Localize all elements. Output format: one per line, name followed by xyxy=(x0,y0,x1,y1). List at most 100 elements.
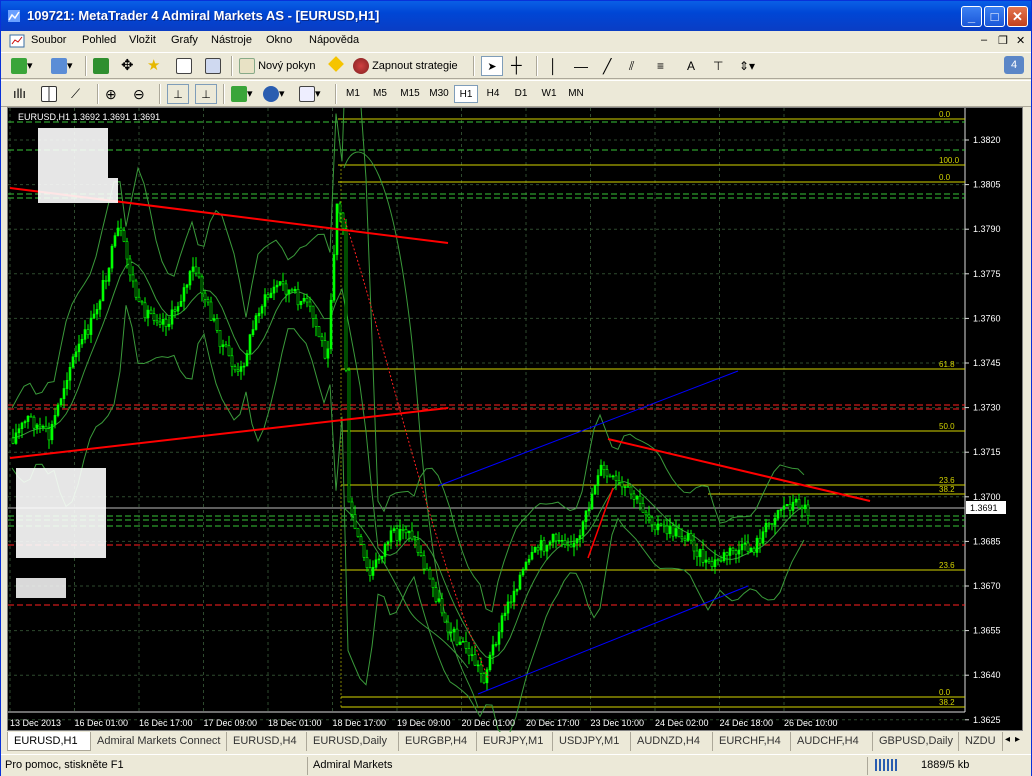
terminal-icon[interactable] xyxy=(176,56,192,76)
candle-body xyxy=(395,528,399,541)
favorites-star-icon[interactable]: ★ xyxy=(147,56,160,76)
cursor-tool-icon[interactable]: ➤ xyxy=(481,56,503,76)
maximize-button[interactable]: □ xyxy=(984,6,1005,27)
fib-level-label: 38.2 xyxy=(939,698,955,707)
strategy-tester-icon[interactable] xyxy=(205,56,221,76)
chart-tabs: EURUSD,H1 Admiral Markets Connect EURUSD… xyxy=(7,732,1027,752)
support-trendline xyxy=(9,407,449,459)
timeframe-d1[interactable]: D1 xyxy=(509,85,533,103)
redacted-area xyxy=(38,178,118,203)
menu-okno[interactable]: Okno xyxy=(266,34,292,46)
menu-soubor[interactable]: Soubor xyxy=(31,34,66,46)
tab-scroll-left-icon[interactable]: ◂ xyxy=(1005,734,1010,745)
candle-body xyxy=(635,495,639,500)
menu-pohled[interactable]: Pohled xyxy=(82,34,116,46)
timeframe-m5[interactable]: M5 xyxy=(368,85,392,103)
candle-body xyxy=(440,598,444,614)
mdi-close-button[interactable]: ✕ xyxy=(1016,34,1025,47)
start-strategy-button[interactable]: Zapnout strategie xyxy=(353,56,458,76)
chart-doc-icon[interactable] xyxy=(9,33,25,49)
tab-usdjpy-m1[interactable]: USDJPY,M1 xyxy=(553,732,631,751)
fibonacci-icon[interactable]: ≡ xyxy=(657,56,664,76)
text-label-icon[interactable]: ⊤ xyxy=(713,56,723,76)
price-tick-label: 1.3760 xyxy=(973,313,1001,323)
candles-chart-icon[interactable] xyxy=(41,84,57,104)
tab-admiral-connect[interactable]: Admiral Markets Connect xyxy=(91,732,227,751)
candle-body xyxy=(518,574,522,590)
tab-eurgbp-h4[interactable]: EURGBP,H4 xyxy=(399,732,477,751)
timeframe-m1[interactable]: M1 xyxy=(341,85,365,103)
tab-eurusd-daily[interactable]: EURUSD,Daily xyxy=(307,732,399,751)
candle-body xyxy=(515,588,519,592)
templates-button[interactable]: ▾ xyxy=(299,84,321,104)
zoom-out-icon[interactable]: ⊖ xyxy=(133,84,145,104)
timeframe-w1[interactable]: W1 xyxy=(537,85,561,103)
indicators-button[interactable]: ▾ xyxy=(231,84,253,104)
tab-eurusd-h4[interactable]: EURUSD,H4 xyxy=(227,732,307,751)
menu-nastroje[interactable]: Nástroje xyxy=(211,34,252,46)
chart-shift-icon[interactable]: ⊥ xyxy=(195,84,217,104)
price-tick-label: 1.3655 xyxy=(973,626,1001,636)
trendline-icon[interactable]: ╱ xyxy=(603,56,611,76)
mdi-minimize-button[interactable]: – xyxy=(981,34,987,46)
candle-body xyxy=(347,369,351,503)
candle-body xyxy=(83,329,87,340)
timeframe-h4[interactable]: H4 xyxy=(481,85,505,103)
tab-audnzd-h4[interactable]: AUDNZD,H4 xyxy=(631,732,713,751)
zoom-in-icon[interactable]: ⊕ xyxy=(105,84,117,104)
line-chart-icon[interactable]: ⟋ xyxy=(71,84,80,104)
price-chart[interactable]: 0.0100.00.061.850.023.638.223.60.038.2 1… xyxy=(8,108,1024,732)
candle-body xyxy=(179,301,183,307)
metaeditor-icon[interactable] xyxy=(328,56,344,76)
candle-body xyxy=(137,296,141,302)
candle-body xyxy=(167,323,171,327)
tab-gbpusd-daily[interactable]: GBPUSD,Daily xyxy=(873,732,959,751)
close-button[interactable]: ✕ xyxy=(1007,6,1028,27)
candle-body xyxy=(341,212,345,229)
new-order-button[interactable]: Nový pokyn xyxy=(239,56,316,76)
candle-body xyxy=(146,309,150,319)
tab-eurchf-h4[interactable]: EURCHF,H4 xyxy=(713,732,791,751)
candle-body xyxy=(623,486,627,488)
minimize-button[interactable]: _ xyxy=(961,6,982,27)
time-tick-label: 23 Dec 10:00 xyxy=(591,718,645,728)
bar-chart-icon[interactable]: ıllı xyxy=(13,84,26,104)
candle-body xyxy=(419,552,423,557)
tab-nzdu[interactable]: NZDU xyxy=(959,732,1003,751)
redacted-area xyxy=(16,468,106,558)
navigator-icon[interactable]: ✥ xyxy=(121,56,134,76)
auto-scroll-icon[interactable]: ⊥ xyxy=(167,84,189,104)
horizontal-line-icon[interactable]: — xyxy=(574,56,588,76)
candle-body xyxy=(422,555,426,570)
timeframe-h1[interactable]: H1 xyxy=(454,85,478,103)
channel-icon[interactable]: ⫽ xyxy=(629,56,634,76)
menu-napoveda[interactable]: Nápověda xyxy=(309,34,359,46)
vertical-line-icon[interactable]: │ xyxy=(549,56,558,76)
candle-body xyxy=(656,523,660,531)
crosshair-tool-icon[interactable]: ┼ xyxy=(511,56,522,76)
periods-button[interactable]: ▾ xyxy=(263,84,285,104)
tab-scroll-right-icon[interactable]: ▸ xyxy=(1015,734,1020,745)
title-bar[interactable]: 109721: MetaTrader 4 Admiral Markets AS … xyxy=(1,1,1031,31)
arrows-icon[interactable]: ⇕▾ xyxy=(739,56,755,76)
tab-eurusd-h1[interactable]: EURUSD,H1 xyxy=(7,732,91,751)
tab-audchf-h4[interactable]: AUDCHF,H4 xyxy=(791,732,873,751)
new-chart-button[interactable]: ▾ xyxy=(11,56,33,76)
notifications-badge[interactable]: 4 xyxy=(1004,56,1024,74)
profiles-button[interactable]: ▾ xyxy=(51,56,73,76)
chart-window[interactable]: 0.0 100.0 0.0 61.8 50.0 23.6 38.2 23.6 0.0 38.2 1… xyxy=(7,107,1024,732)
candle-body xyxy=(44,425,48,429)
timeframe-m15[interactable]: M15 xyxy=(396,85,424,103)
tab-eurjpy-m1[interactable]: EURJPY,M1 xyxy=(477,732,553,751)
status-traffic: 1889/5 kb xyxy=(921,759,970,771)
mdi-restore-button[interactable]: ❐ xyxy=(998,34,1008,47)
text-tool-icon[interactable]: A xyxy=(687,56,695,76)
market-watch-icon[interactable] xyxy=(93,56,109,76)
menu-grafy[interactable]: Grafy xyxy=(171,34,198,46)
candle-body xyxy=(602,464,606,471)
menu-vlozit[interactable]: Vložit xyxy=(129,34,156,46)
candle-body xyxy=(230,355,234,367)
timeframe-mn[interactable]: MN xyxy=(564,85,588,103)
candle-body xyxy=(59,398,63,406)
timeframe-m30[interactable]: M30 xyxy=(425,85,453,103)
